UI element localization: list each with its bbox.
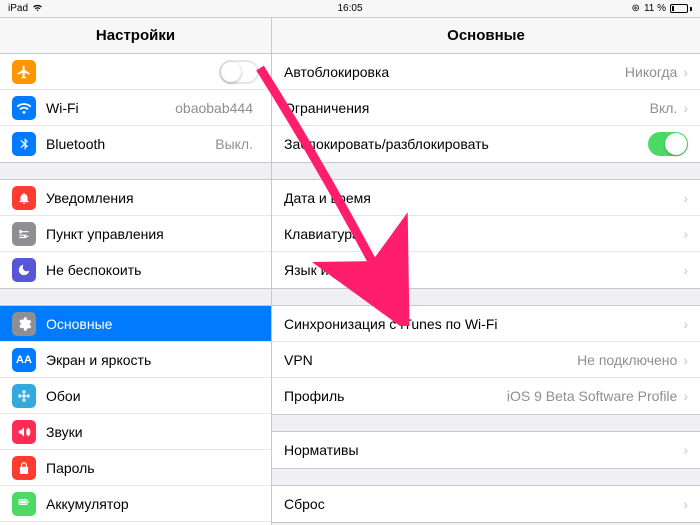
bell-icon xyxy=(12,186,36,210)
detail-row-value: Никогда xyxy=(625,64,677,80)
sidebar-item-aa[interactable]: AA Экран и яркость xyxy=(0,342,271,378)
sidebar-item-lock[interactable]: Пароль xyxy=(0,450,271,486)
sidebar-item-label: Пункт управления xyxy=(46,226,259,242)
sidebar-item-value: obaobab444 xyxy=(175,100,253,116)
flower-icon xyxy=(12,384,36,408)
sidebar-item-label: Звуки xyxy=(46,424,259,440)
detail-row-label: Дата и время xyxy=(284,190,683,206)
moon-icon xyxy=(12,258,36,282)
chevron-right-icon: › xyxy=(683,100,688,116)
clock: 16:05 xyxy=(337,3,362,14)
sidebar-item-flower[interactable]: Обои xyxy=(0,378,271,414)
sidebar-item-label: Не беспокоить xyxy=(46,262,259,278)
detail-row-label: Синхронизация с iTunes по Wi-Fi xyxy=(284,316,683,332)
sidebar-item-moon[interactable]: Не беспокоить xyxy=(0,252,271,288)
bt-icon xyxy=(12,132,36,156)
detail-row[interactable]: VPNНе подключено › xyxy=(272,342,700,378)
sidebar-item-sound[interactable]: Звуки xyxy=(0,414,271,450)
settings-sidebar: Настройки Wi-Fiobaobab444BluetoothВыкл.У… xyxy=(0,18,272,525)
detail-row-label: Заблокировать/разблокировать xyxy=(284,136,648,152)
chevron-right-icon: › xyxy=(683,388,688,404)
sidebar-item-label: Экран и яркость xyxy=(46,352,259,368)
sidebar-item-batt[interactable]: Аккумулятор xyxy=(0,486,271,522)
wifi-status-icon xyxy=(32,3,43,15)
sidebar-item-airplane[interactable] xyxy=(0,54,271,90)
batt-icon xyxy=(12,492,36,516)
detail-row[interactable]: Язык и регион› xyxy=(272,252,700,288)
detail-row[interactable]: Нормативы› xyxy=(272,432,700,468)
control-icon xyxy=(12,222,36,246)
detail-row[interactable]: ПрофильiOS 9 Beta Software Profile › xyxy=(272,378,700,414)
sidebar-title: Настройки xyxy=(0,18,271,54)
detail-row-label: Нормативы xyxy=(284,442,683,458)
detail-pane: Основные АвтоблокировкаНикогда›Ограничен… xyxy=(272,18,700,525)
detail-row-label: Ограничения xyxy=(284,100,650,116)
detail-row-value: iOS 9 Beta Software Profile xyxy=(507,388,677,404)
chevron-right-icon: › xyxy=(683,496,688,512)
sidebar-item-label: Основные xyxy=(46,316,259,332)
detail-row[interactable]: Дата и время› xyxy=(272,180,700,216)
chevron-right-icon: › xyxy=(683,352,688,368)
sidebar-item-label: Пароль xyxy=(46,460,259,476)
wifi-icon xyxy=(12,96,36,120)
detail-row-label: Профиль xyxy=(284,388,507,404)
detail-row-value: Вкл. xyxy=(650,100,678,116)
detail-row[interactable]: АвтоблокировкаНикогда › xyxy=(272,54,700,90)
detail-title: Основные xyxy=(272,18,700,54)
sidebar-item-control[interactable]: Пункт управления xyxy=(0,216,271,252)
sidebar-item-value: Выкл. xyxy=(215,136,253,152)
detail-row[interactable]: Заблокировать/разблокировать xyxy=(272,126,700,162)
detail-row[interactable]: Клавиатура› xyxy=(272,216,700,252)
lock-icon xyxy=(12,456,36,480)
charging-icon: ⊛ xyxy=(632,3,640,14)
detail-row[interactable]: Сброс› xyxy=(272,486,700,522)
sidebar-item-wifi[interactable]: Wi-Fiobaobab444 xyxy=(0,90,271,126)
chevron-right-icon: › xyxy=(683,226,688,242)
gear-icon xyxy=(12,312,36,336)
chevron-right-icon: › xyxy=(683,190,688,206)
sidebar-item-label: Уведомления xyxy=(46,190,259,206)
sidebar-list[interactable]: Wi-Fiobaobab444BluetoothВыкл.Уведомления… xyxy=(0,54,271,525)
detail-row-value: Не подключено xyxy=(577,352,677,368)
aa-icon: AA xyxy=(12,348,36,372)
sidebar-item-label: Bluetooth xyxy=(46,136,215,152)
chevron-right-icon: › xyxy=(683,442,688,458)
detail-row-label: VPN xyxy=(284,352,577,368)
chevron-right-icon: › xyxy=(683,262,688,278)
sidebar-item-gear[interactable]: Основные xyxy=(0,306,271,342)
detail-row[interactable]: ОграниченияВкл. › xyxy=(272,90,700,126)
detail-list[interactable]: АвтоблокировкаНикогда › ОграниченияВкл. › За… xyxy=(272,54,700,525)
device-label: iPad xyxy=(8,3,28,14)
toggle-on[interactable] xyxy=(648,132,688,156)
sidebar-item-bt[interactable]: BluetoothВыкл. xyxy=(0,126,271,162)
battery-icon xyxy=(670,4,692,13)
chevron-right-icon: › xyxy=(683,64,688,80)
battery-text: 11 % xyxy=(644,3,666,14)
sidebar-item-label: Аккумулятор xyxy=(46,496,259,512)
sidebar-item-label: Обои xyxy=(46,388,259,404)
detail-row-label: Клавиатура xyxy=(284,226,683,242)
detail-row-label: Сброс xyxy=(284,496,683,512)
detail-row-label: Автоблокировка xyxy=(284,64,625,80)
sidebar-item-label: Wi-Fi xyxy=(46,100,175,116)
sound-icon xyxy=(12,420,36,444)
chevron-right-icon: › xyxy=(683,316,688,332)
toggle-off[interactable] xyxy=(219,60,259,84)
airplane-icon xyxy=(12,60,36,84)
status-bar: iPad 16:05 ⊛ 11 % xyxy=(0,0,700,18)
sidebar-item-bell[interactable]: Уведомления xyxy=(0,180,271,216)
detail-row-label: Язык и регион xyxy=(284,262,683,278)
detail-row[interactable]: Синхронизация с iTunes по Wi-Fi› xyxy=(272,306,700,342)
